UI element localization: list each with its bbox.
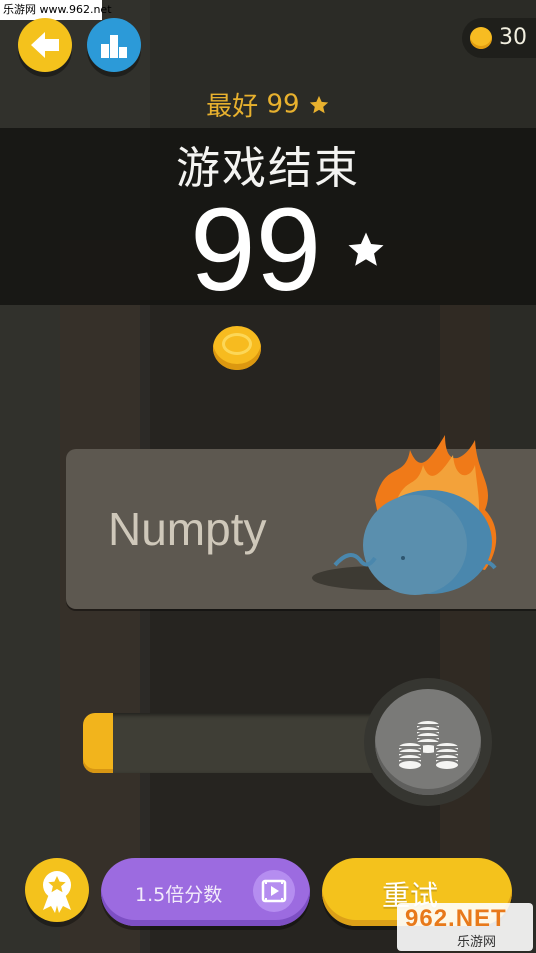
collect-coins-button[interactable] bbox=[375, 689, 481, 795]
watermark-top: 乐游网 www.962.net bbox=[0, 0, 112, 20]
arrow-left-icon bbox=[31, 32, 59, 58]
watermark-logo: 962.NET 乐游网 bbox=[397, 903, 533, 951]
achievements-button[interactable] bbox=[25, 858, 89, 922]
character-name: Numpty bbox=[108, 503, 267, 555]
coin-icon bbox=[470, 27, 492, 49]
double-score-button[interactable]: 1.5倍分数 bbox=[101, 858, 310, 926]
coin-progress-fill bbox=[83, 713, 113, 773]
best-label: 最好 bbox=[206, 92, 259, 122]
watermark-site: 乐游网 bbox=[457, 935, 497, 950]
coin-counter: 30 bbox=[462, 18, 536, 58]
character-ball-icon bbox=[312, 435, 497, 595]
leaderboard-button[interactable] bbox=[87, 18, 141, 72]
best-value: 99 bbox=[266, 89, 300, 120]
collected-coin-icon bbox=[213, 326, 261, 370]
coin-count: 30 bbox=[499, 25, 527, 50]
score-star-icon bbox=[348, 232, 384, 266]
star-icon bbox=[309, 95, 328, 113]
final-score: 99 bbox=[190, 184, 322, 316]
watermark-brand: 962.NET bbox=[405, 905, 507, 932]
best-score: 最好 99 bbox=[0, 86, 536, 123]
background-tower-inner bbox=[140, 300, 440, 953]
film-play-icon bbox=[253, 870, 295, 912]
ribbon-star-icon bbox=[43, 871, 71, 913]
bar-chart-icon bbox=[101, 35, 127, 58]
double-score-label: 1.5倍分数 bbox=[135, 884, 223, 906]
coin-stack-icon bbox=[397, 719, 460, 771]
back-button[interactable] bbox=[18, 18, 72, 72]
